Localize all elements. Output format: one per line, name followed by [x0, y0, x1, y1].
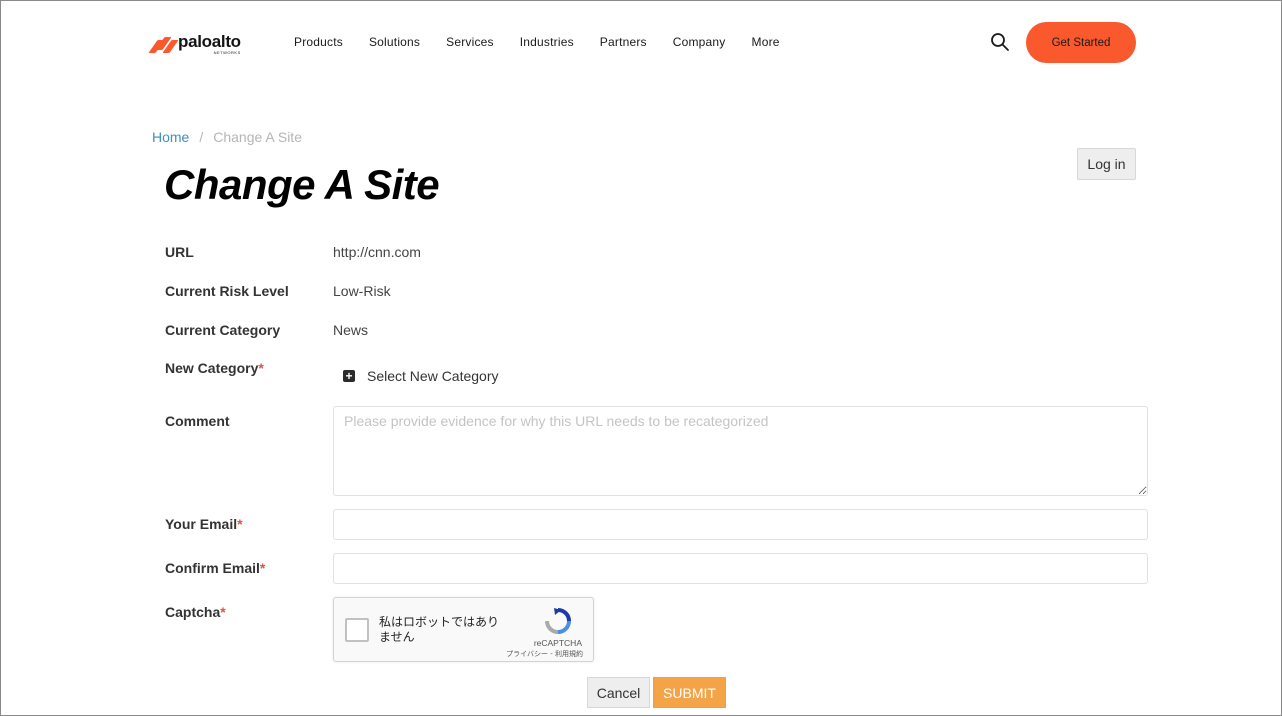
- breadcrumb-separator: /: [199, 129, 204, 145]
- select-new-category-button[interactable]: + Select New Category: [343, 368, 499, 384]
- your-email-label: Your Email*: [165, 516, 243, 532]
- recaptcha-widget: 私はロボットではありません reCAPTCHA プライバシー - 利用規約: [333, 597, 594, 662]
- confirm-email-field[interactable]: [333, 553, 1148, 584]
- breadcrumb-current: Change A Site: [213, 129, 302, 145]
- breadcrumb-home-link[interactable]: Home: [152, 129, 189, 145]
- cancel-button[interactable]: Cancel: [587, 677, 650, 708]
- confirm-email-label: Confirm Email*: [165, 560, 266, 576]
- logo-wordmark: paloalto: [178, 32, 241, 51]
- plus-square-icon: +: [343, 370, 355, 382]
- recaptcha-text: 私はロボットではありません: [379, 615, 500, 644]
- current-category-label: Current Category: [165, 322, 281, 338]
- comment-textarea[interactable]: [333, 406, 1148, 496]
- your-email-field[interactable]: [333, 509, 1148, 540]
- get-started-button[interactable]: Get Started: [1026, 22, 1136, 63]
- recaptcha-checkbox[interactable]: [345, 618, 369, 642]
- breadcrumb: Home / Change A Site: [152, 129, 302, 145]
- nav-products[interactable]: Products: [294, 35, 343, 49]
- main-nav: Products Solutions Services Industries P…: [294, 35, 806, 49]
- comment-label: Comment: [165, 413, 230, 429]
- nav-services[interactable]: Services: [446, 35, 494, 49]
- url-value: http://cnn.com: [333, 244, 421, 260]
- risk-level-label: Current Risk Level: [165, 283, 289, 299]
- new-category-label: New Category*: [165, 360, 264, 376]
- captcha-label: Captcha*: [165, 604, 226, 620]
- logo-mark-icon: [148, 35, 179, 53]
- submit-button[interactable]: SUBMIT: [653, 677, 726, 708]
- url-label: URL: [165, 244, 194, 260]
- login-button[interactable]: Log in: [1077, 148, 1136, 180]
- site-header: paloalto NETWORKS Products Solutions Ser…: [1, 1, 1281, 85]
- required-mark: *: [258, 360, 264, 376]
- nav-company[interactable]: Company: [673, 35, 726, 49]
- nav-solutions[interactable]: Solutions: [369, 35, 420, 49]
- page-title: Change A Site: [164, 161, 440, 208]
- search-icon[interactable]: [990, 32, 1010, 52]
- nav-partners[interactable]: Partners: [600, 35, 647, 49]
- recaptcha-logo-icon: [544, 607, 572, 635]
- current-category-value: News: [333, 322, 369, 338]
- recaptcha-terms-link[interactable]: プライバシー - 利用規約: [506, 649, 583, 659]
- paloalto-logo[interactable]: paloalto NETWORKS: [148, 31, 241, 57]
- select-new-category-label: Select New Category: [367, 368, 499, 384]
- risk-level-value: Low-Risk: [333, 283, 391, 299]
- recaptcha-brand: reCAPTCHA: [533, 638, 582, 648]
- nav-industries[interactable]: Industries: [520, 35, 574, 49]
- logo-subtitle: NETWORKS: [213, 50, 241, 55]
- nav-more[interactable]: More: [752, 35, 780, 49]
